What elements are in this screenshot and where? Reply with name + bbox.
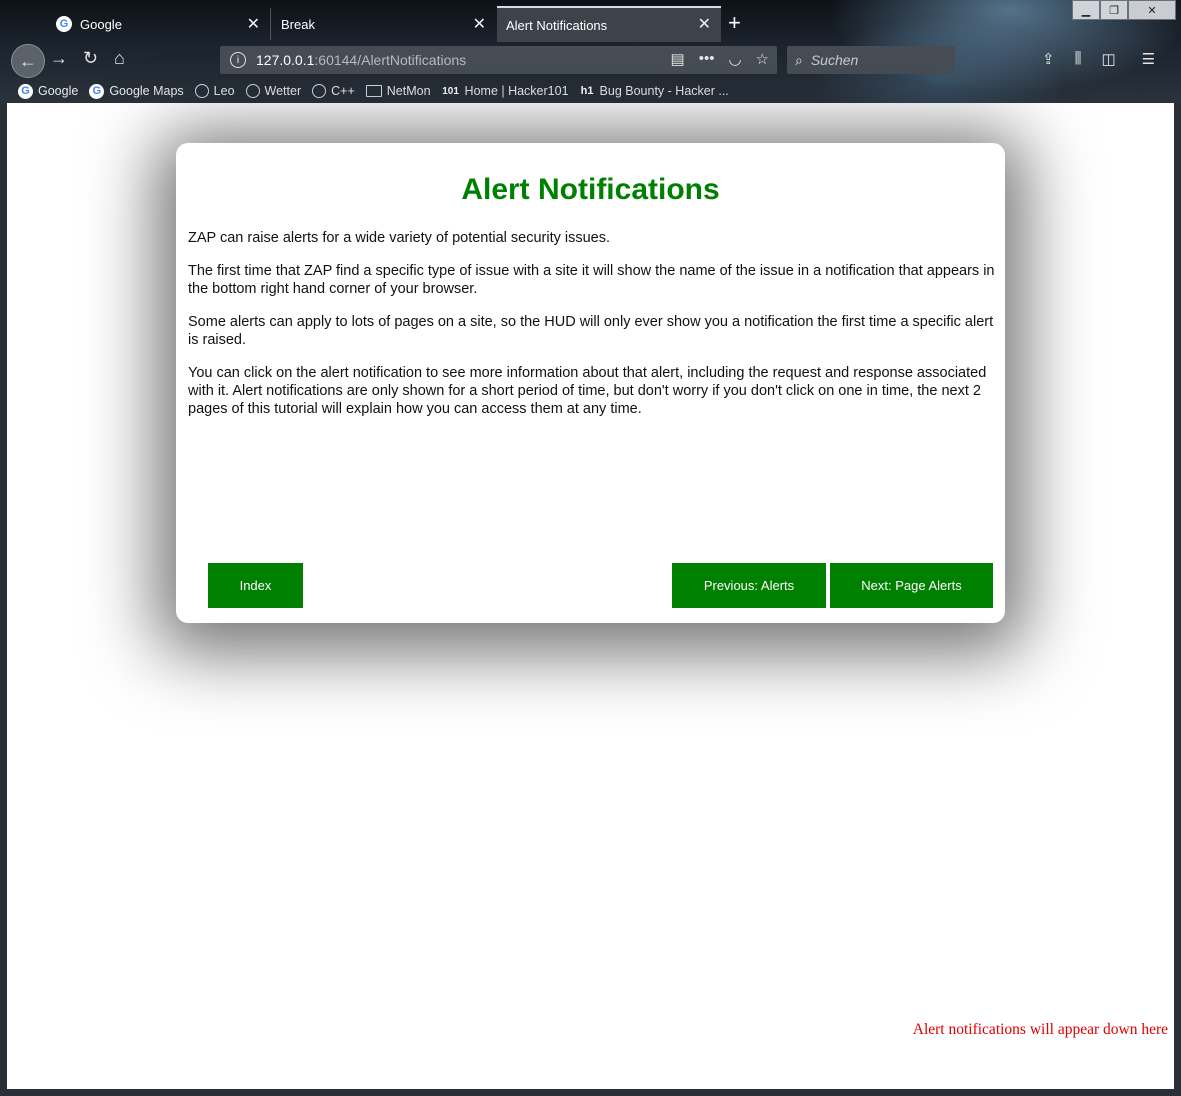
tab-alert-notifications[interactable]: Alert Notifications ✕ xyxy=(497,6,721,42)
url-bar[interactable]: i 127.0.0.1:60144/AlertNotifications ▤ •… xyxy=(220,46,777,74)
maximize-icon[interactable]: ❐ xyxy=(1100,0,1128,20)
bookmark-google[interactable]: G Google xyxy=(18,83,79,99)
page-title: Alert Notifications xyxy=(461,173,720,206)
next-button[interactable]: Next: Page Alerts xyxy=(830,563,993,608)
bookmark-label: C++ xyxy=(331,84,355,98)
tutorial-body: ZAP can raise alerts for a wide variety … xyxy=(188,229,996,433)
downloads-icon[interactable]: ⇪ xyxy=(1042,50,1055,68)
paragraph: Some alerts can apply to lots of pages o… xyxy=(188,314,994,348)
window-frame-right xyxy=(1174,103,1181,1096)
bookmark-label: Home | Hacker101 xyxy=(464,84,569,98)
page-actions-icon[interactable]: ••• xyxy=(699,50,715,68)
tutorial-card: Alert Notifications ZAP can raise alerts… xyxy=(176,143,1005,623)
close-tab-icon[interactable]: ✕ xyxy=(698,14,711,34)
close-tab-icon[interactable]: ✕ xyxy=(473,14,486,34)
tab-google[interactable]: G Google ✕ xyxy=(46,8,271,40)
search-placeholder: Suchen xyxy=(810,52,859,68)
window-close-icon[interactable]: ✕ xyxy=(1128,0,1176,20)
bookmark-label: NetMon xyxy=(386,84,431,98)
globe-icon xyxy=(312,84,327,98)
reader-view-icon[interactable]: ▤ xyxy=(671,50,685,68)
alert-notification-hint: Alert notifications will appear down her… xyxy=(912,1021,1168,1038)
tab-bar: G Google ✕ Break ✕ Alert Notifications ✕… xyxy=(0,6,1181,42)
window-frame-bottom xyxy=(0,1089,1181,1096)
home-icon[interactable]: ⌂ xyxy=(114,48,125,69)
pocket-icon[interactable]: ◡ xyxy=(728,50,741,68)
hacker101-icon: 101 xyxy=(442,85,459,97)
nav-toolbar: ← → ↻ ⌂ i 127.0.0.1:60144/AlertNotificat… xyxy=(0,42,1181,78)
browser-chrome: G Google ✕ Break ✕ Alert Notifications ✕… xyxy=(0,0,1181,103)
hackerone-icon: h1 xyxy=(580,85,594,97)
bookmark-cpp[interactable]: C++ xyxy=(312,84,355,98)
menu-icon[interactable]: ☰ xyxy=(1142,50,1155,68)
paragraph: You can click on the alert notification … xyxy=(188,365,987,417)
bookmarks-toolbar: G Google G Google Maps Leo Wetter C++ Ne… xyxy=(0,80,1181,102)
bookmark-label: Google Maps xyxy=(109,84,184,98)
search-input[interactable]: ⌕ Suchen xyxy=(787,46,955,74)
bookmark-star-icon[interactable]: ☆ xyxy=(756,50,769,68)
bookmark-label: Bug Bounty - Hacker ... xyxy=(599,84,729,98)
bookmark-leo[interactable]: Leo xyxy=(194,84,235,98)
tab-title: Alert Notifications xyxy=(506,17,608,33)
bookmark-hacker101[interactable]: 101 Home | Hacker101 xyxy=(442,84,569,99)
tab-break[interactable]: Break ✕ xyxy=(270,8,496,40)
paragraph: The first time that ZAP find a specific … xyxy=(188,263,995,297)
tab-title: Break xyxy=(281,16,315,32)
bookmark-wetter[interactable]: Wetter xyxy=(245,84,302,98)
site-info-icon[interactable]: i xyxy=(230,52,246,68)
window-controls: ▁ ❐ ✕ xyxy=(1072,0,1176,20)
search-icon: ⌕ xyxy=(795,51,803,68)
sidebar-icon[interactable]: ◫ xyxy=(1101,50,1115,68)
google-g-icon: G xyxy=(18,83,33,99)
back-icon[interactable]: ← xyxy=(11,44,45,78)
paragraph: ZAP can raise alerts for a wide variety … xyxy=(188,230,611,246)
folder-icon xyxy=(365,85,382,97)
close-tab-icon[interactable]: ✕ xyxy=(247,14,260,34)
tab-title: Google xyxy=(80,16,122,32)
previous-button[interactable]: Previous: Alerts xyxy=(672,563,826,608)
url-path: :60144/AlertNotifications xyxy=(314,52,467,68)
bookmark-bug-bounty[interactable]: h1 Bug Bounty - Hacker ... xyxy=(580,84,729,99)
google-g-icon: G xyxy=(56,16,72,32)
library-icon[interactable]: ⫼ xyxy=(1075,50,1082,68)
bookmark-label: Leo xyxy=(213,84,235,98)
url-host: 127.0.0.1 xyxy=(256,52,315,68)
google-g-icon: G xyxy=(89,83,105,99)
window-frame-left xyxy=(0,103,7,1096)
minimize-icon[interactable]: ▁ xyxy=(1072,0,1100,20)
forward-icon[interactable]: → xyxy=(50,48,68,69)
globe-icon xyxy=(245,84,260,98)
new-tab-icon[interactable]: + xyxy=(728,10,741,36)
bookmark-google-maps[interactable]: G Google Maps xyxy=(89,83,184,99)
bookmark-label: Google xyxy=(38,84,79,98)
bookmark-label: Wetter xyxy=(264,84,302,98)
index-button[interactable]: Index xyxy=(208,563,303,608)
reload-icon[interactable]: ↻ xyxy=(83,48,98,69)
globe-icon xyxy=(194,84,209,98)
page-viewport: Alert Notifications ZAP can raise alerts… xyxy=(7,103,1174,1089)
bookmark-netmon[interactable]: NetMon xyxy=(365,84,431,98)
